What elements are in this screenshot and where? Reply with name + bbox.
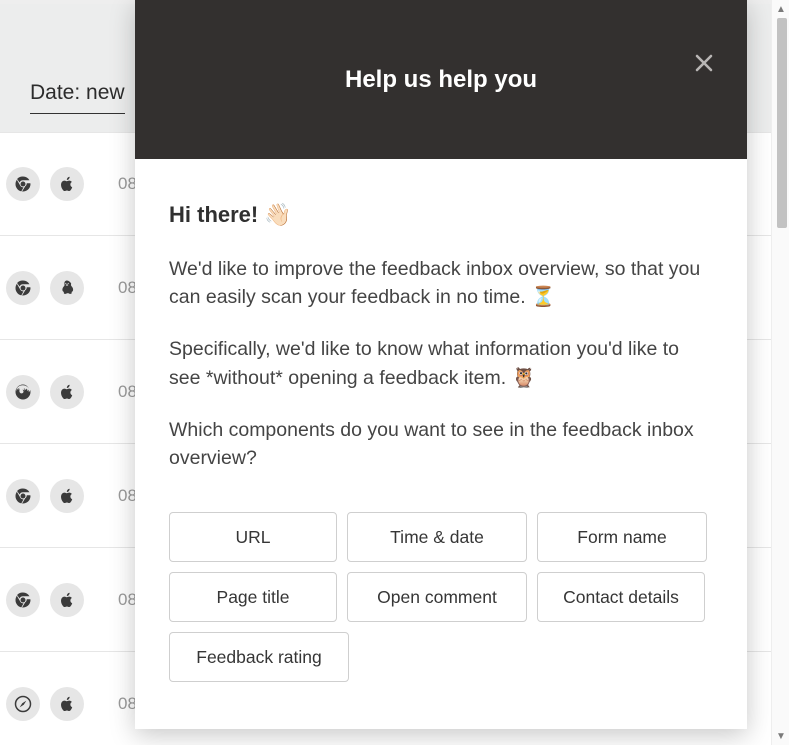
date-sort-dropdown[interactable]: Date: new bbox=[30, 81, 125, 114]
scrollbar-thumb[interactable] bbox=[777, 18, 787, 228]
apple-icon bbox=[50, 583, 84, 617]
option-time-date[interactable]: Time & date bbox=[347, 512, 527, 562]
scroll-down-arrow[interactable]: ▼ bbox=[772, 727, 789, 745]
scroll-up-arrow[interactable]: ▲ bbox=[772, 0, 789, 18]
firefox-icon bbox=[6, 375, 40, 409]
modal-greeting: Hi there! 👋🏻 bbox=[169, 199, 713, 231]
option-form-name[interactable]: Form name bbox=[537, 512, 707, 562]
apple-icon bbox=[50, 687, 84, 721]
chrome-icon bbox=[6, 583, 40, 617]
safari-icon bbox=[6, 687, 40, 721]
modal-paragraph-2: Specifically, we'd like to know what inf… bbox=[169, 335, 713, 392]
chrome-icon bbox=[6, 167, 40, 201]
option-contact-details[interactable]: Contact details bbox=[537, 572, 705, 622]
apple-icon bbox=[50, 375, 84, 409]
option-url[interactable]: URL bbox=[169, 512, 337, 562]
option-page-title[interactable]: Page title bbox=[169, 572, 337, 622]
apple-icon bbox=[50, 167, 84, 201]
vertical-scrollbar[interactable]: ▲ ▼ bbox=[771, 0, 789, 745]
modal-header: Help us help you bbox=[135, 0, 747, 159]
linux-icon bbox=[50, 271, 84, 305]
option-feedback-rating[interactable]: Feedback rating bbox=[169, 632, 349, 682]
help-us-modal: Help us help you Hi there! 👋🏻 We'd like … bbox=[135, 0, 747, 729]
modal-body: Hi there! 👋🏻 We'd like to improve the fe… bbox=[135, 159, 747, 692]
chrome-icon bbox=[6, 479, 40, 513]
modal-question: Which components do you want to see in t… bbox=[169, 416, 713, 473]
close-icon bbox=[692, 51, 716, 75]
chrome-icon bbox=[6, 271, 40, 305]
option-open-comment[interactable]: Open comment bbox=[347, 572, 527, 622]
modal-close-button[interactable] bbox=[687, 46, 721, 80]
modal-paragraph-1: We'd like to improve the feedback inbox … bbox=[169, 255, 713, 312]
apple-icon bbox=[50, 479, 84, 513]
option-list: URL Time & date Form name Page title Ope… bbox=[169, 512, 713, 682]
modal-title: Help us help you bbox=[345, 66, 537, 94]
